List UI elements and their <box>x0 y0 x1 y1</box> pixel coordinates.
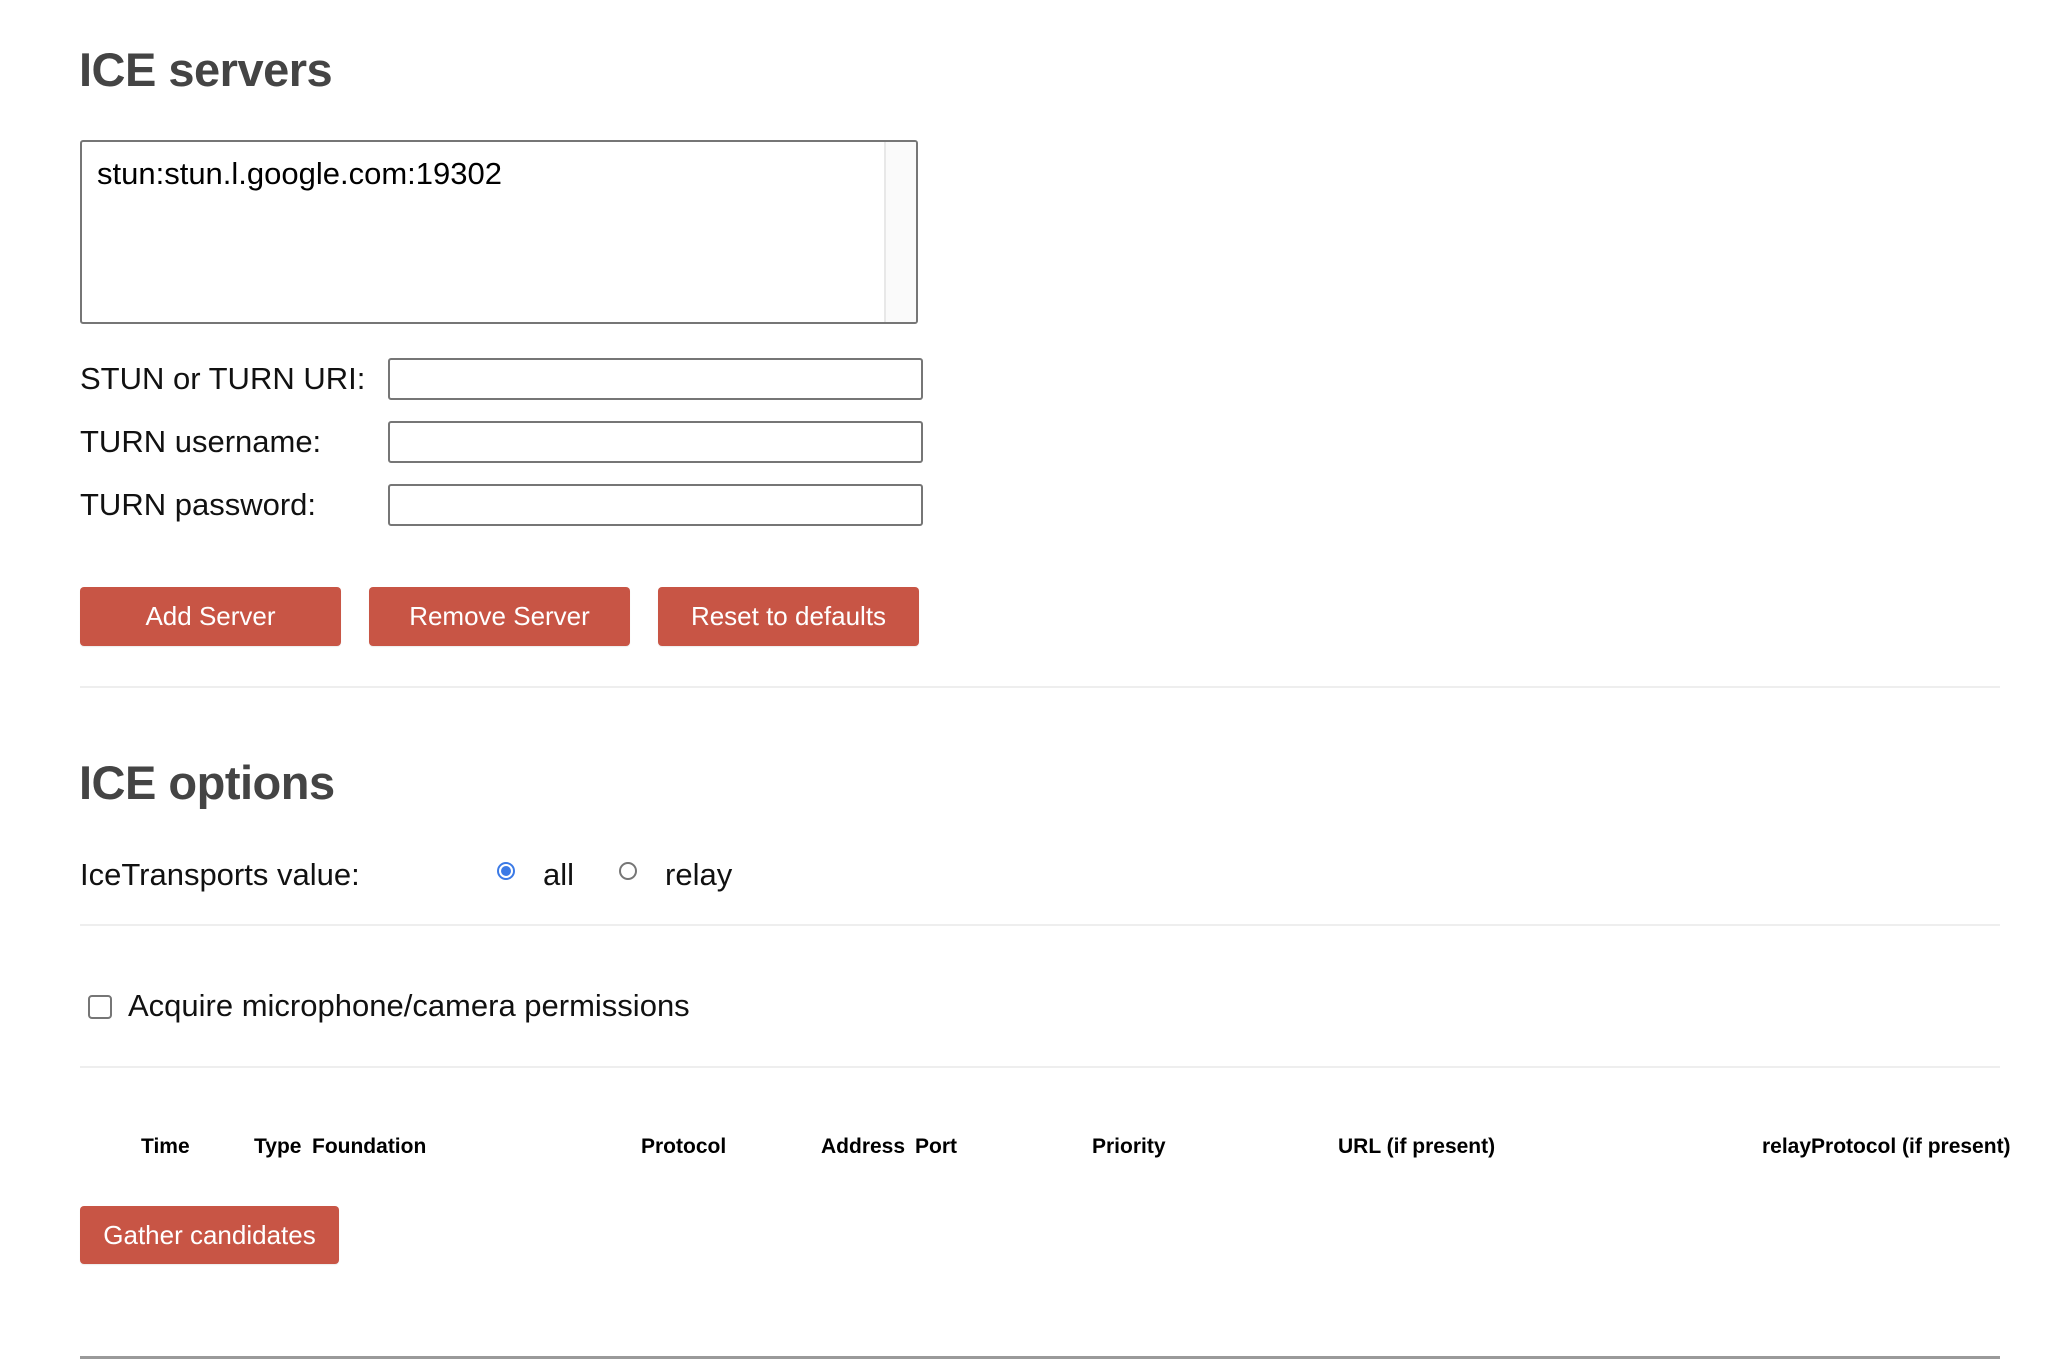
turn-username-input[interactable] <box>388 421 923 463</box>
bottom-divider <box>80 1356 2000 1359</box>
column-header-relay-protocol: relayProtocol (if present) <box>1762 1135 2011 1158</box>
section-divider <box>80 686 2000 688</box>
transport-all-label[interactable]: all <box>543 855 574 895</box>
stun-turn-uri-input[interactable] <box>388 358 923 400</box>
column-header-port: Port <box>915 1135 957 1158</box>
column-header-time: Time <box>141 1135 190 1158</box>
stun-turn-uri-label: STUN or TURN URI: <box>80 361 366 396</box>
remove-server-button[interactable]: Remove Server <box>369 587 630 646</box>
ice-server-entry[interactable]: stun:stun.l.google.com:19302 <box>97 156 502 192</box>
acquire-permissions-label[interactable]: Acquire microphone/camera permissions <box>128 986 690 1026</box>
column-header-priority: Priority <box>1092 1135 1166 1158</box>
gather-candidates-button[interactable]: Gather candidates <box>80 1206 339 1264</box>
transport-all-radio[interactable] <box>497 862 515 880</box>
ice-servers-heading: ICE servers <box>79 43 333 96</box>
permissions-divider <box>80 1066 2000 1068</box>
servers-list-scrollbar[interactable] <box>884 142 916 322</box>
turn-password-label: TURN password: <box>80 487 316 522</box>
add-server-button[interactable]: Add Server <box>80 587 341 646</box>
column-header-url: URL (if present) <box>1338 1135 1496 1158</box>
column-header-foundation: Foundation <box>312 1135 427 1158</box>
transport-relay-label[interactable]: relay <box>665 855 732 895</box>
column-header-protocol: Protocol <box>641 1135 727 1158</box>
options-divider <box>80 924 2000 926</box>
column-header-type: Type <box>254 1135 302 1158</box>
turn-password-input[interactable] <box>388 484 923 526</box>
ice-options-heading: ICE options <box>79 756 335 809</box>
ice-transports-label: IceTransports value: <box>80 857 360 892</box>
transport-relay-radio[interactable] <box>619 862 637 880</box>
reset-defaults-button[interactable]: Reset to defaults <box>658 587 919 646</box>
column-header-address: Address <box>821 1135 906 1158</box>
turn-username-label: TURN username: <box>80 424 322 459</box>
ice-servers-list[interactable]: stun:stun.l.google.com:19302 <box>80 140 918 324</box>
acquire-permissions-checkbox[interactable] <box>88 995 112 1019</box>
